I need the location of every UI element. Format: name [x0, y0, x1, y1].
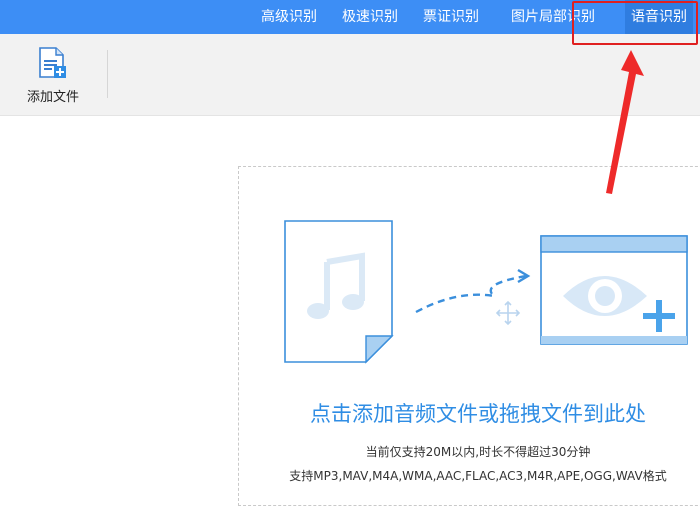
music-file-icon: [284, 220, 394, 364]
preview-window-icon: [540, 235, 688, 345]
add-file-button[interactable]: 添加文件: [16, 44, 90, 106]
tab-fast-recognition[interactable]: 极速识别: [342, 0, 398, 34]
tab-advanced-recognition[interactable]: 高级识别: [261, 0, 317, 34]
add-file-icon: [39, 47, 66, 78]
red-arrow-annotation: [606, 50, 644, 194]
annotation-highlight-box: [572, 1, 698, 45]
size-limit-note: 当前仅支持20M以内,时长不得超过30分钟: [365, 445, 591, 459]
tab-ticket-recognition[interactable]: 票证识别: [423, 0, 479, 34]
supported-formats-note: 支持MP3,MAV,M4A,WMA,AAC,FLAC,AC3,M4R,APE,O…: [289, 469, 667, 483]
add-file-label: 添加文件: [26, 90, 79, 105]
move-cursor-icon: [495, 300, 521, 326]
drop-zone-illustration: [284, 220, 688, 364]
drop-zone-title: 点击添加音频文件或拖拽文件到此处: [310, 402, 646, 426]
toolbar-divider: [107, 50, 108, 98]
drag-arrow-icon: [415, 268, 531, 314]
toolbar: 添加文件: [0, 34, 700, 116]
